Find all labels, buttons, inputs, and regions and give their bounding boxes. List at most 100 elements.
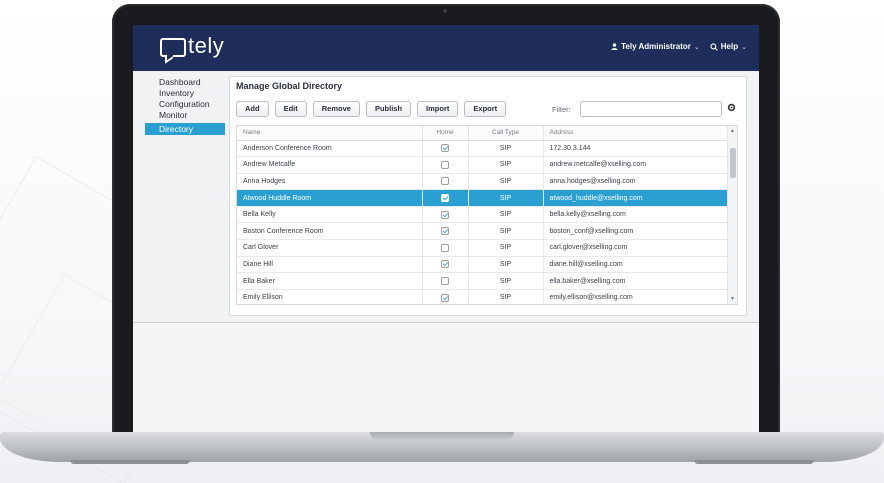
cell-address: carl.glover@xselling.com — [543, 239, 729, 257]
cell-name: Ella Baker — [237, 272, 423, 290]
directory-table: Name Home Call Type Address Anderson Con… — [236, 125, 738, 305]
home-checkbox[interactable] — [441, 260, 449, 269]
cell-home — [422, 206, 469, 224]
publish-button[interactable]: Publish — [365, 101, 412, 117]
empty-area — [133, 323, 759, 433]
table-row[interactable]: Anderson Conference Room SIP 172.30.3.144 — [237, 140, 729, 158]
cell-call-type: SIP — [468, 140, 544, 158]
user-menu-label: Tely Administrator — [621, 42, 691, 51]
scroll-up-icon[interactable]: ▲ — [730, 128, 735, 134]
add-button[interactable]: Add — [236, 101, 269, 117]
directory-panel: Manage Global Directory Add Edit Remove … — [229, 76, 747, 316]
column-header-home[interactable]: Home — [422, 126, 469, 141]
cell-name: Atwood Huddle Room — [237, 189, 423, 207]
table-row[interactable]: Diane Hill SIP diane.hill@xselling.com — [237, 256, 729, 274]
home-checkbox[interactable] — [441, 293, 449, 302]
home-checkbox[interactable] — [441, 160, 449, 169]
table-row[interactable]: Carl Glover SIP carl.glover@xselling.com — [237, 239, 729, 257]
help-menu-label: Help — [720, 42, 739, 51]
user-menu[interactable]: Tely Administrator ⌄ — [611, 42, 700, 51]
table-header-row: Name Home Call Type Address — [237, 126, 729, 141]
sidebar-item-directory[interactable]: Directory — [145, 123, 225, 135]
cell-name: Carl Glover — [237, 239, 423, 257]
remove-button[interactable]: Remove — [312, 101, 360, 117]
sidebar-item-inventory[interactable]: Inventory — [145, 88, 225, 99]
toolbar: Add Edit Remove Publish Import Export — [236, 101, 507, 117]
home-checkbox[interactable] — [441, 243, 449, 252]
edit-button[interactable]: Edit — [274, 101, 307, 117]
help-menu[interactable]: Help ⌄ — [710, 42, 747, 51]
cell-home — [422, 156, 469, 174]
app-header: tely Tely Administrator ⌄ Help ⌄ — [133, 25, 759, 71]
cell-name: Diane Hill — [237, 256, 423, 274]
table-row[interactable]: Ella Baker SIP ella.baker@xselling.com — [237, 272, 729, 290]
cell-call-type: SIP — [468, 156, 544, 174]
column-header-address[interactable]: Address — [543, 126, 729, 141]
page-title: Manage Global Directory — [236, 81, 343, 91]
table-row[interactable]: Bella Kelly SIP bella.kelly@xselling.com — [237, 206, 729, 224]
cell-name: Bella Kelly — [237, 206, 423, 224]
cell-name: Boston Conference Room — [237, 222, 423, 241]
sidebar-item-monitor[interactable]: Monitor — [145, 110, 225, 121]
table-row[interactable]: Atwood Huddle Room SIP atwood_huddle@xsell… — [237, 189, 729, 207]
laptop-screen: tely Tely Administrator ⌄ Help ⌄ Dashboa… — [133, 25, 759, 433]
scroll-thumb[interactable] — [730, 148, 736, 178]
column-header-call-type[interactable]: Call Type — [468, 126, 544, 141]
table-row[interactable]: Emily Ellison SIP emily.ellison@xselling.c… — [237, 289, 729, 304]
home-checkbox[interactable] — [441, 144, 449, 153]
home-checkbox[interactable] — [441, 177, 449, 186]
cell-call-type: SIP — [468, 222, 544, 241]
table-row[interactable]: Andrew Metcalfe SIP andrew.metcalfe@xselli… — [237, 156, 729, 174]
cell-address: anna.hodges@xselling.com — [543, 173, 729, 191]
home-checkbox[interactable] — [441, 194, 449, 203]
cell-call-type: SIP — [468, 239, 544, 257]
chevron-down-icon: ⌄ — [693, 43, 700, 51]
export-button[interactable]: Export — [464, 101, 507, 117]
cell-address: 172.30.3.144 — [543, 140, 729, 158]
table-row[interactable]: Boston Conference Room SIP boston_conf@xse… — [237, 222, 729, 241]
home-checkbox[interactable] — [441, 227, 449, 236]
tely-logo[interactable]: tely — [160, 35, 224, 57]
cell-name: Anna Hodges — [237, 173, 423, 191]
filter-input[interactable] — [580, 101, 722, 117]
logo-text: tely — [188, 33, 225, 58]
cell-home — [422, 140, 469, 158]
help-icon — [710, 42, 718, 51]
sidebar-item-configuration[interactable]: Configuration — [145, 99, 225, 110]
cell-name: Anderson Conference Room — [237, 140, 423, 158]
table-row[interactable]: Anna Hodges SIP anna.hodges@xselling.com — [237, 173, 729, 191]
cell-call-type: SIP — [468, 272, 544, 290]
scroll-down-icon[interactable]: ▼ — [730, 296, 735, 302]
chevron-down-icon: ⌄ — [741, 43, 747, 51]
laptop-foot — [694, 460, 814, 464]
cell-address: bella.kelly@xselling.com — [543, 206, 729, 224]
home-checkbox[interactable] — [441, 210, 449, 219]
cell-call-type: SIP — [468, 189, 544, 207]
cell-address: atwood_huddle@xselling.com — [543, 189, 729, 207]
home-checkbox[interactable] — [441, 277, 449, 286]
cell-call-type: SIP — [468, 289, 544, 304]
filter-label: Filter: — [552, 105, 571, 114]
gear-icon[interactable] — [727, 103, 736, 116]
cell-home — [422, 239, 469, 257]
table-scrollbar[interactable]: ▲ ▼ — [727, 126, 737, 304]
cell-address: andrew.metcalfe@xselling.com — [543, 156, 729, 174]
column-header-name[interactable]: Name — [237, 126, 423, 141]
user-icon — [611, 43, 618, 50]
header-menu: Tely Administrator ⌄ Help ⌄ — [611, 42, 747, 51]
cell-address: emily.ellison@xselling.com — [543, 289, 729, 304]
sidebar-nav: Dashboard Inventory Configuration Monito… — [145, 77, 225, 135]
cell-call-type: SIP — [468, 256, 544, 274]
cell-name: Andrew Metcalfe — [237, 156, 423, 174]
cell-home — [422, 189, 469, 207]
cell-address: diane.hill@xselling.com — [543, 256, 729, 274]
cell-home — [422, 173, 469, 191]
cell-name: Emily Ellison — [237, 289, 423, 304]
cell-call-type: SIP — [468, 173, 544, 191]
cell-home — [422, 289, 469, 304]
cell-address: ella.baker@xselling.com — [543, 272, 729, 290]
cell-home — [422, 272, 469, 290]
speech-bubble-icon — [160, 38, 186, 57]
import-button[interactable]: Import — [417, 101, 459, 117]
sidebar-item-dashboard[interactable]: Dashboard — [145, 77, 225, 88]
